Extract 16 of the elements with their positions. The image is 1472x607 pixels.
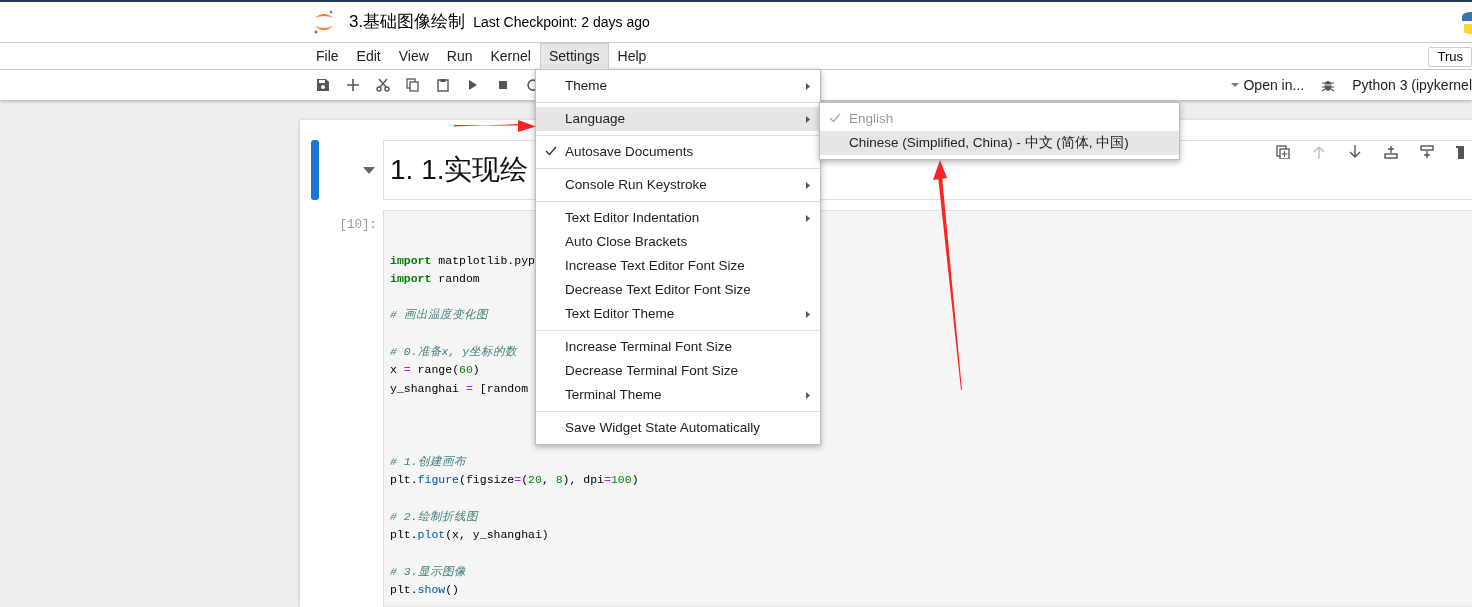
cell-heading: 1. 1.实现绘 (390, 153, 529, 187)
code-line: y_shanghai = [random (390, 380, 529, 397)
code-line: # 1.创建画布 (390, 453, 466, 470)
code-line: import matplotlib.pyp (390, 252, 535, 269)
checkpoint-status: Last Checkpoint: 2 days ago (473, 12, 650, 32)
execution-prompt: [10]: (338, 217, 378, 234)
code-line: plt.show() (390, 581, 460, 598)
code-line: # 0.准备x, y坐标的数 (390, 344, 518, 361)
code-line: # 3.显示图像 (390, 563, 466, 580)
code-line: # 2.绘制折线图 (390, 508, 478, 525)
code-line: x = range(60) (390, 362, 480, 379)
code-line: plt.plot(x, y_shanghai) (390, 527, 549, 544)
menu-item: English (820, 107, 1179, 131)
code-line: # 画出温度变化图 (390, 307, 488, 324)
code-line: import random (390, 270, 480, 287)
code-line: plt.figure(figsize=(20, 8), dpi=100) (390, 472, 639, 489)
